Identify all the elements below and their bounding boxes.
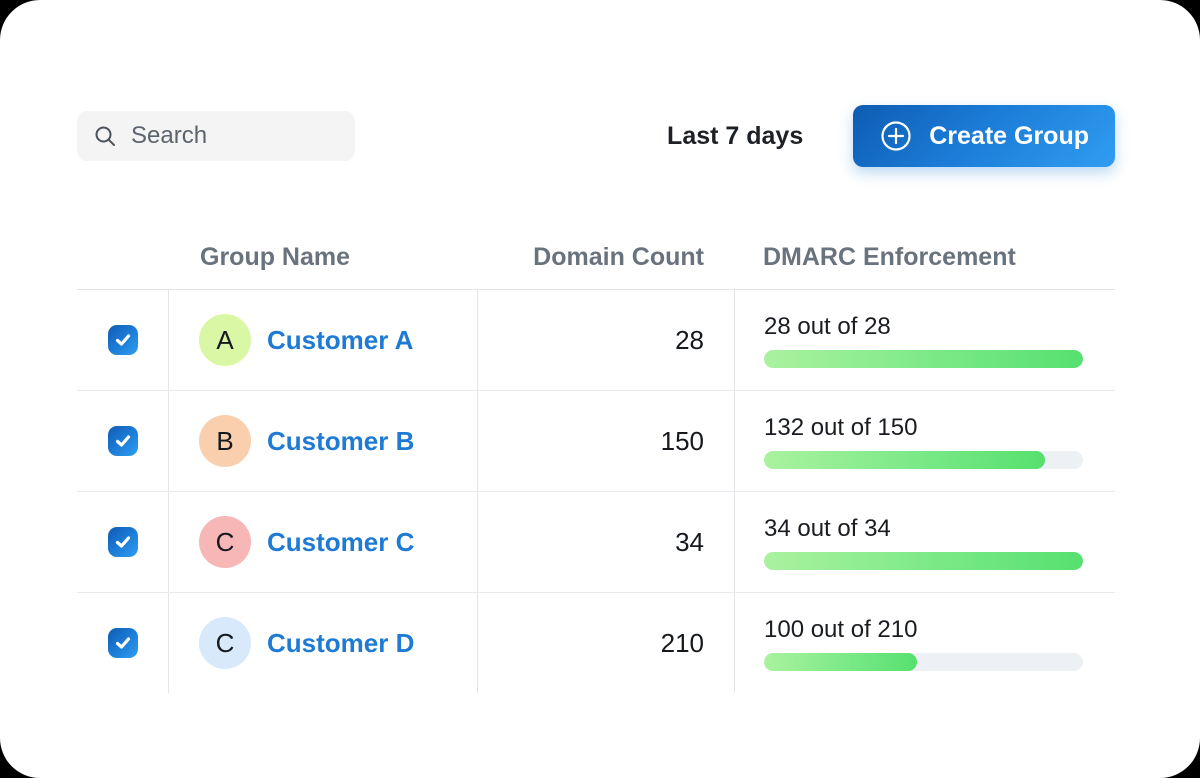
search-box[interactable] <box>77 111 355 161</box>
enforcement-progress-track <box>764 653 1083 671</box>
row-checkbox-cell <box>77 593 168 693</box>
table-row: B Customer B 150 132 out of 150 <box>77 391 1115 492</box>
group-name-link[interactable]: Customer A <box>267 325 413 356</box>
avatar: B <box>199 415 251 467</box>
enforcement-progress-fill <box>764 451 1045 469</box>
create-group-label: Create Group <box>929 122 1089 151</box>
avatar: C <box>199 617 251 669</box>
checkmark-icon <box>114 331 132 349</box>
enforcement-label: 100 out of 210 <box>764 616 1083 644</box>
row-checkbox[interactable] <box>108 628 138 658</box>
enforcement-progress-track <box>764 451 1083 469</box>
row-checkbox-cell <box>77 391 168 491</box>
dashboard-card: Last 7 days Create Group Group Name Doma… <box>0 0 1200 778</box>
avatar: C <box>199 516 251 568</box>
row-group-name-cell: C Customer D <box>168 593 477 693</box>
checkmark-icon <box>114 634 132 652</box>
row-domain-count-cell: 210 <box>477 593 734 693</box>
row-domain-count-cell: 34 <box>477 492 734 592</box>
row-checkbox[interactable] <box>108 325 138 355</box>
enforcement-label: 132 out of 150 <box>764 414 1083 442</box>
create-group-button[interactable]: Create Group <box>853 105 1115 167</box>
enforcement-progress-fill <box>764 653 917 671</box>
row-domain-count-cell: 28 <box>477 290 734 390</box>
row-checkbox[interactable] <box>108 527 138 557</box>
row-group-name-cell: B Customer B <box>168 391 477 491</box>
header-checkbox-spacer <box>77 225 168 289</box>
plus-circle-icon <box>879 119 913 153</box>
row-dmarc-cell: 132 out of 150 <box>734 391 1115 491</box>
row-dmarc-cell: 34 out of 34 <box>734 492 1115 592</box>
table-row: C Customer D 210 100 out of 210 <box>77 593 1115 693</box>
checkmark-icon <box>114 533 132 551</box>
group-name-link[interactable]: Customer C <box>267 527 414 558</box>
row-domain-count-cell: 150 <box>477 391 734 491</box>
table-row: A Customer A 28 28 out of 28 <box>77 290 1115 391</box>
group-name-link[interactable]: Customer B <box>267 426 414 457</box>
table-header-row: Group Name Domain Count DMARC Enforcemen… <box>77 225 1115 290</box>
date-range-label: Last 7 days <box>667 122 803 151</box>
enforcement-progress-track <box>764 350 1083 368</box>
domain-count-value: 34 <box>675 527 704 558</box>
domain-count-value: 210 <box>661 628 704 659</box>
enforcement-label: 28 out of 28 <box>764 313 1083 341</box>
column-header-dmarc-enforcement: DMARC Enforcement <box>734 225 1115 289</box>
toolbar: Last 7 days Create Group <box>77 105 1115 167</box>
row-checkbox[interactable] <box>108 426 138 456</box>
domain-count-value: 28 <box>675 325 704 356</box>
enforcement-label: 34 out of 34 <box>764 515 1083 543</box>
avatar-letter: C <box>216 527 235 558</box>
groups-table: Group Name Domain Count DMARC Enforcemen… <box>77 225 1115 693</box>
checkmark-icon <box>114 432 132 450</box>
table-row: C Customer C 34 34 out of 34 <box>77 492 1115 593</box>
row-group-name-cell: C Customer C <box>168 492 477 592</box>
group-name-link[interactable]: Customer D <box>267 628 414 659</box>
row-checkbox-cell <box>77 290 168 390</box>
row-dmarc-cell: 100 out of 210 <box>734 593 1115 693</box>
enforcement-progress-fill <box>764 350 1083 368</box>
search-icon <box>93 124 117 148</box>
avatar-letter: C <box>216 628 235 659</box>
row-dmarc-cell: 28 out of 28 <box>734 290 1115 390</box>
enforcement-progress-fill <box>764 552 1083 570</box>
avatar-letter: B <box>216 426 233 457</box>
avatar: A <box>199 314 251 366</box>
column-header-group-name: Group Name <box>168 225 477 289</box>
domain-count-value: 150 <box>661 426 704 457</box>
enforcement-progress-track <box>764 552 1083 570</box>
column-header-domain-count: Domain Count <box>477 225 734 289</box>
table-body: A Customer A 28 28 out of 28 B Cus <box>77 290 1115 693</box>
avatar-letter: A <box>216 325 233 356</box>
row-group-name-cell: A Customer A <box>168 290 477 390</box>
row-checkbox-cell <box>77 492 168 592</box>
search-input[interactable] <box>129 121 339 151</box>
